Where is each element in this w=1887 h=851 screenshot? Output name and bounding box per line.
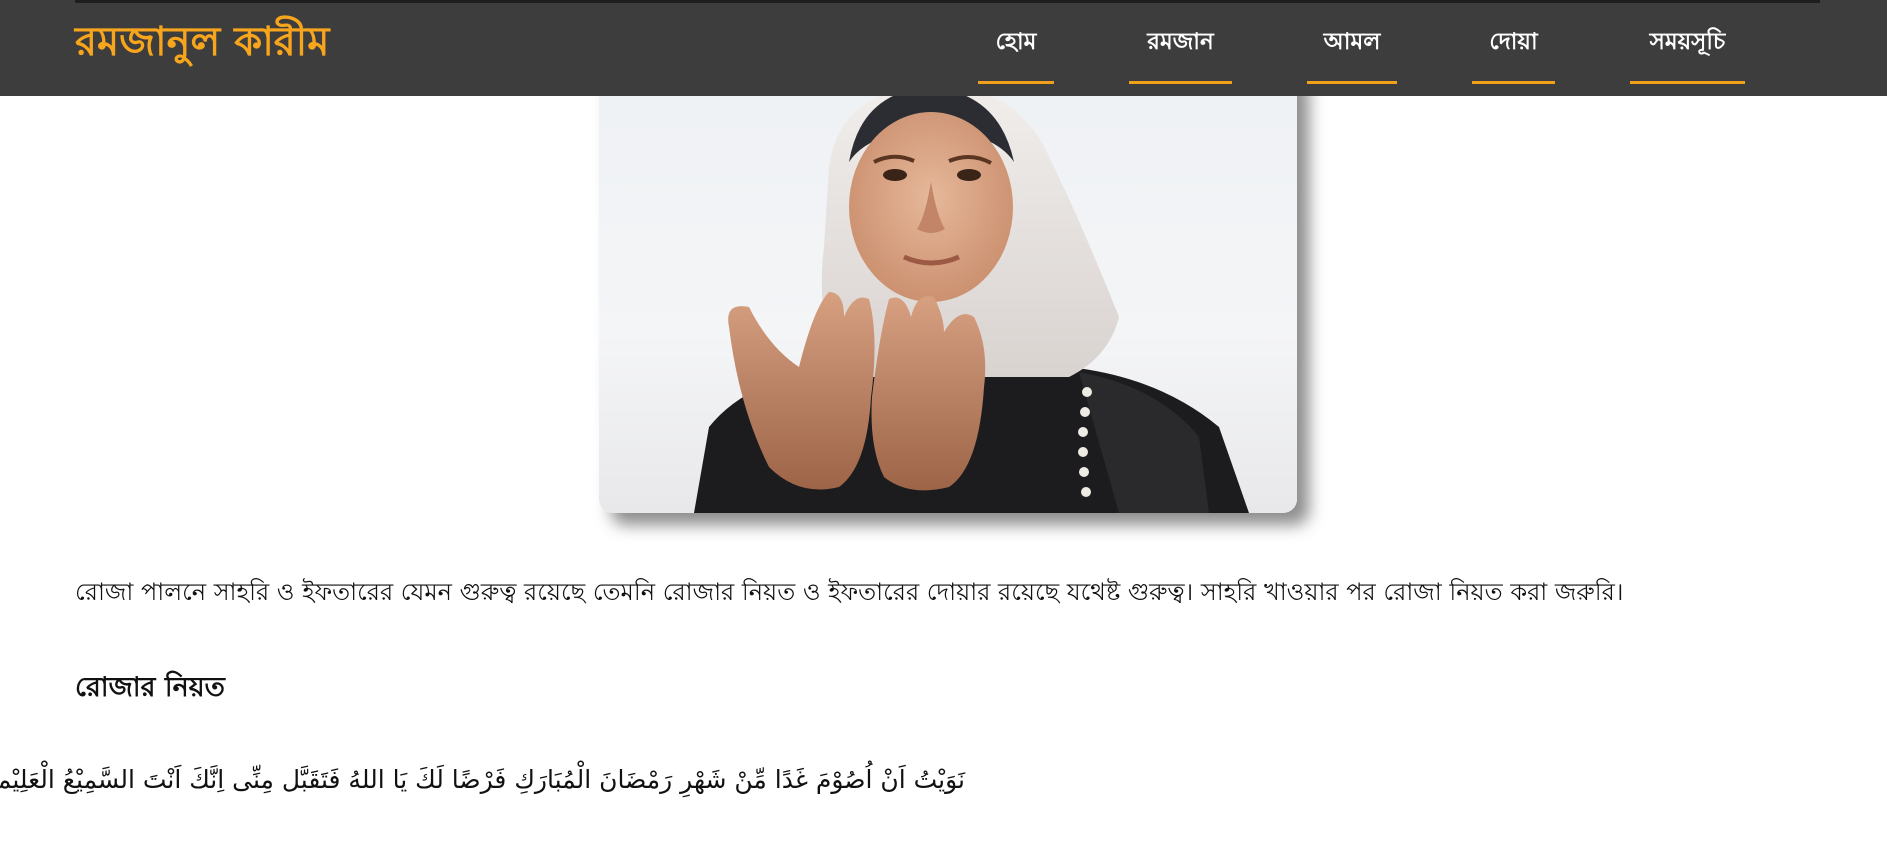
navbar-top-border [75, 0, 1820, 3]
niyat-arabic-text: نَوَيْتُ اَنْ اُصُوْمَ غَدًا مِّنْ شَهْر… [0, 765, 965, 794]
intro-paragraph: রোজা পালনে সাহরি ও ইফতারের যেমন গুরুত্ব … [75, 578, 1624, 606]
nav-schedule-underline [1630, 81, 1745, 84]
nav-amal-underline [1307, 81, 1397, 84]
girl-praying-illustration [694, 82, 1249, 513]
hero-image [599, 67, 1297, 513]
nav-home-underline [978, 81, 1054, 84]
site-title[interactable]: রমজানুল কারীম [75, 14, 329, 70]
nav-ramadan[interactable]: রমজান [1129, 20, 1232, 84]
niyat-heading: রোজার নিয়ত [75, 672, 225, 703]
nav-ramadan-label: রমজান [1147, 29, 1214, 55]
nav-dua-label: দোয়া [1489, 29, 1538, 55]
top-navbar: রমজানুল কারীম হোম রমজান আমল দোয়া সময়সূ… [0, 0, 1887, 96]
nav-schedule[interactable]: সময়সূচি [1630, 20, 1745, 84]
nav-amal[interactable]: আমল [1307, 20, 1397, 84]
nav-home[interactable]: হোম [978, 20, 1054, 84]
nav-dua[interactable]: দোয়া [1472, 20, 1555, 84]
nav-ramadan-underline [1129, 81, 1232, 84]
nav-dua-underline [1472, 81, 1555, 84]
nav-amal-label: আমল [1323, 29, 1381, 55]
nav-schedule-label: সময়সূচি [1649, 29, 1726, 55]
nav-home-label: হোম [995, 29, 1037, 55]
